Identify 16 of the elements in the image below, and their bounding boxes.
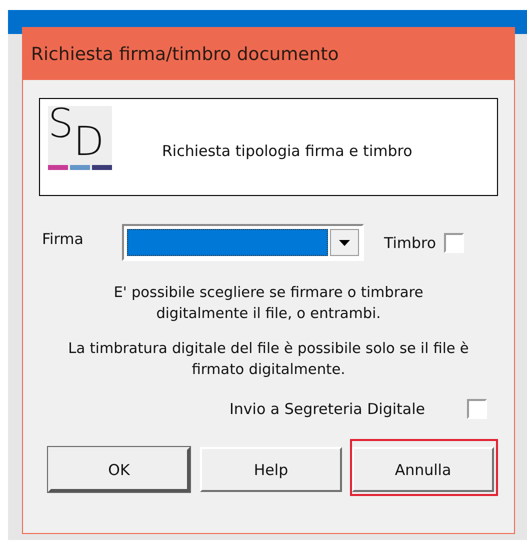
firma-label: Firma bbox=[41, 230, 84, 248]
logo-letter: D bbox=[73, 122, 104, 162]
dialog-button[interactable]: Annulla bbox=[352, 447, 494, 492]
invio-label: Invio a Segreteria Digitale bbox=[230, 400, 425, 418]
firma-dropdown[interactable] bbox=[122, 224, 364, 261]
caret-icon bbox=[339, 240, 350, 246]
info-text: La timbratura digitale del file è possibile solo se il file è firmato digitalmente. bbox=[67, 340, 470, 380]
dialog-button[interactable]: OK bbox=[48, 447, 190, 492]
header-text: Richiesta tipologia firma e timbro bbox=[162, 142, 412, 160]
info-text: E' possibile scegliere se firmare o timbrare digitalmente il file, o entrambi. bbox=[112, 284, 424, 324]
timbro-label: Timbro bbox=[384, 234, 436, 252]
invio-checkbox[interactable] bbox=[467, 399, 487, 419]
timbro-checkbox[interactable] bbox=[444, 232, 464, 252]
dialog-button[interactable]: Help bbox=[200, 447, 342, 492]
dialog-title: Richiesta firma/timbro documento bbox=[31, 44, 339, 64]
logo-letter: S bbox=[48, 104, 74, 144]
